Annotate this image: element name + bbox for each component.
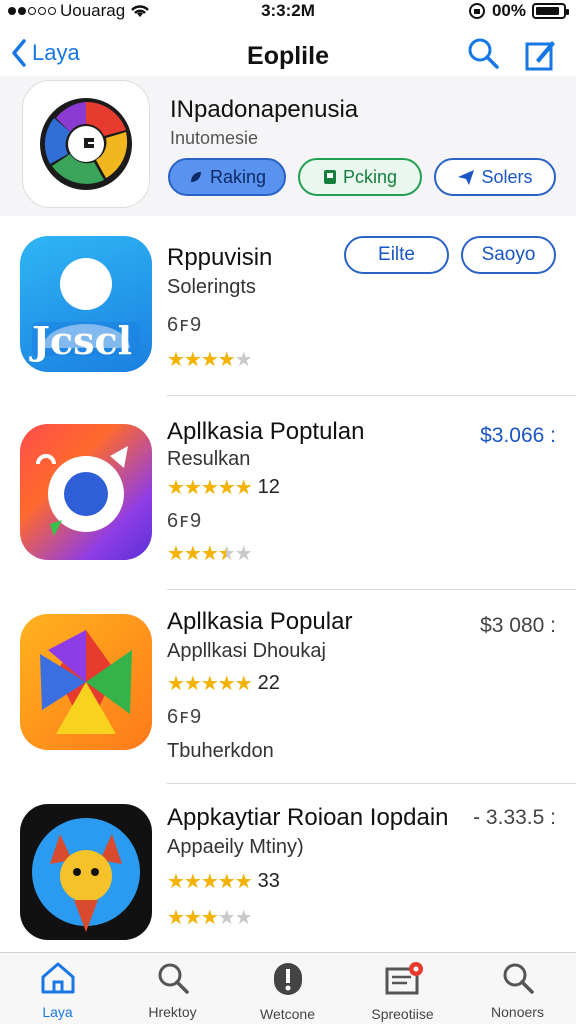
app-icon[interactable] — [20, 424, 152, 560]
chip-pcking[interactable]: Pcking — [298, 158, 422, 196]
row-divider — [167, 783, 576, 784]
exclamation-icon — [273, 963, 302, 995]
app-icon[interactable] — [20, 804, 152, 940]
app-name: Appkaytiar Roioan Iopdain — [167, 804, 449, 831]
app-subtitle: Soleringts — [167, 276, 256, 298]
row-divider — [167, 589, 576, 590]
tab-laya[interactable]: Laya — [0, 961, 115, 1020]
rating-count: 33 — [257, 870, 280, 892]
app-rating-count: ★★★★★ ★★★★★ 22 — [167, 672, 280, 695]
star-rating-icon: ★★★★★★★★★★ — [167, 543, 253, 565]
star-rating-icon: ★★★★★★★★★★ — [167, 870, 253, 893]
home-icon — [41, 962, 74, 994]
app-name: Rppuvisin — [167, 244, 273, 271]
app-rating-count: ★★★★★ ★★★★★ 33 — [167, 870, 280, 893]
app-subtitle: Appllkasi Dhoukaj — [167, 640, 326, 662]
chip-raking[interactable]: Raking — [168, 158, 286, 196]
airplane-icon — [458, 170, 475, 185]
search-icon — [503, 963, 534, 994]
app-meta-glyphs: 6ꜰ9 — [167, 314, 203, 336]
app-subtitle: Resulkan — [167, 448, 251, 470]
tab-hrektoy[interactable]: Hrektoy — [115, 961, 230, 1020]
star-rating-icon: ★★★★★★★★★★ — [167, 907, 253, 929]
rating-count: 12 — [257, 476, 280, 498]
app-name: Apllkasia Poptulan — [167, 418, 365, 445]
tab-label: Spreotiise — [371, 1006, 434, 1022]
app-rating: ★★★★★★★★★★ — [167, 543, 253, 565]
compose-icon[interactable] — [524, 36, 558, 72]
orientation-lock-icon — [468, 3, 485, 19]
app-rating-count: ★★★★★ ★★★★★ 12 — [167, 476, 280, 499]
app-rating: ★★★★★★★★★★ — [167, 907, 253, 929]
app-list-item[interactable]: Apllkasia Popular Appllkasi Dhoukaj ★★★★… — [0, 604, 576, 784]
status-bar: Uouarag 3:3:2M 00% — [0, 0, 576, 24]
tab-label: Laya — [42, 1004, 73, 1020]
app-subtitle: Appaeily Mtiny) — [167, 836, 304, 858]
app-price[interactable]: - 3.33.5 : — [473, 806, 556, 830]
app-name: Apllkasia Popular — [167, 608, 353, 635]
star-rating-icon: ★★★★★★★★★★ — [167, 672, 253, 695]
chip-label: Raking — [209, 166, 267, 187]
app-meta-glyphs: 6ꜰ9 — [167, 706, 203, 728]
tab-bar: Laya Hrektoy Wetcone Spreotiise Nonoers — [0, 952, 576, 1024]
row-divider — [167, 395, 576, 396]
battery-percent: 00% — [491, 1, 526, 20]
app-icon[interactable] — [20, 614, 152, 750]
app-price[interactable]: $3 080 : — [480, 614, 556, 638]
featured-app-header: INpadonapenusia Inutomesie Raking Pcking… — [0, 76, 576, 216]
app-list-item[interactable]: Apllkasia Poptulan Resulkan ★★★★★ ★★★★★ 1… — [0, 410, 576, 590]
app-extra-label: Tbuherkdon — [167, 740, 274, 762]
app-list-item[interactable]: Appkaytiar Roioan Iopdain Appaeily Mtiny… — [0, 798, 576, 948]
tab-wetcone[interactable]: Wetcone — [230, 961, 345, 1022]
featured-app-name: INpadonapenusia — [170, 96, 359, 123]
featured-app-subtitle: Inutomesie — [170, 128, 259, 148]
chip-solers[interactable]: Solers — [434, 158, 556, 196]
app-icon[interactable]: Jcscl — [20, 236, 152, 372]
save-button[interactable]: Saoyo — [461, 236, 556, 274]
tab-nonoers[interactable]: Nonoers — [460, 961, 575, 1020]
star-rating-icon: ★★★★★★★★★★ — [167, 349, 253, 371]
inbox-icon — [385, 962, 423, 995]
app-rating: ★★★★★★★★★★ — [167, 349, 253, 371]
featured-app-icon[interactable] — [22, 80, 150, 208]
search-icon — [158, 963, 189, 994]
navigation-bar: Laya Eoplile — [0, 30, 576, 82]
app-price[interactable]: $3.066 : — [480, 424, 556, 448]
rocket-icon — [190, 172, 201, 182]
app-list-item[interactable]: Jcscl Rppuvisin Soleringts 6ꜰ9 ★★★★★ ★★★★… — [0, 236, 576, 396]
tab-spreotiise[interactable]: Spreotiise — [345, 961, 460, 1022]
search-icon[interactable] — [466, 36, 500, 70]
edit-button[interactable]: Eilte — [344, 236, 449, 274]
chip-label: Pcking — [342, 166, 398, 187]
rating-count: 22 — [257, 672, 280, 694]
app-icon-text: Jcscl — [32, 318, 133, 363]
tab-label: Wetcone — [260, 1006, 315, 1022]
tab-label: Hrektoy — [148, 1004, 197, 1020]
chip-label: Solers — [481, 166, 533, 187]
app-meta-glyphs: 6ꜰ9 — [167, 510, 203, 532]
bookmark-icon — [323, 170, 336, 184]
tab-label: Nonoers — [491, 1004, 544, 1020]
battery-icon — [532, 3, 569, 19]
star-rating-icon: ★★★★★★★★★★ — [167, 476, 253, 499]
